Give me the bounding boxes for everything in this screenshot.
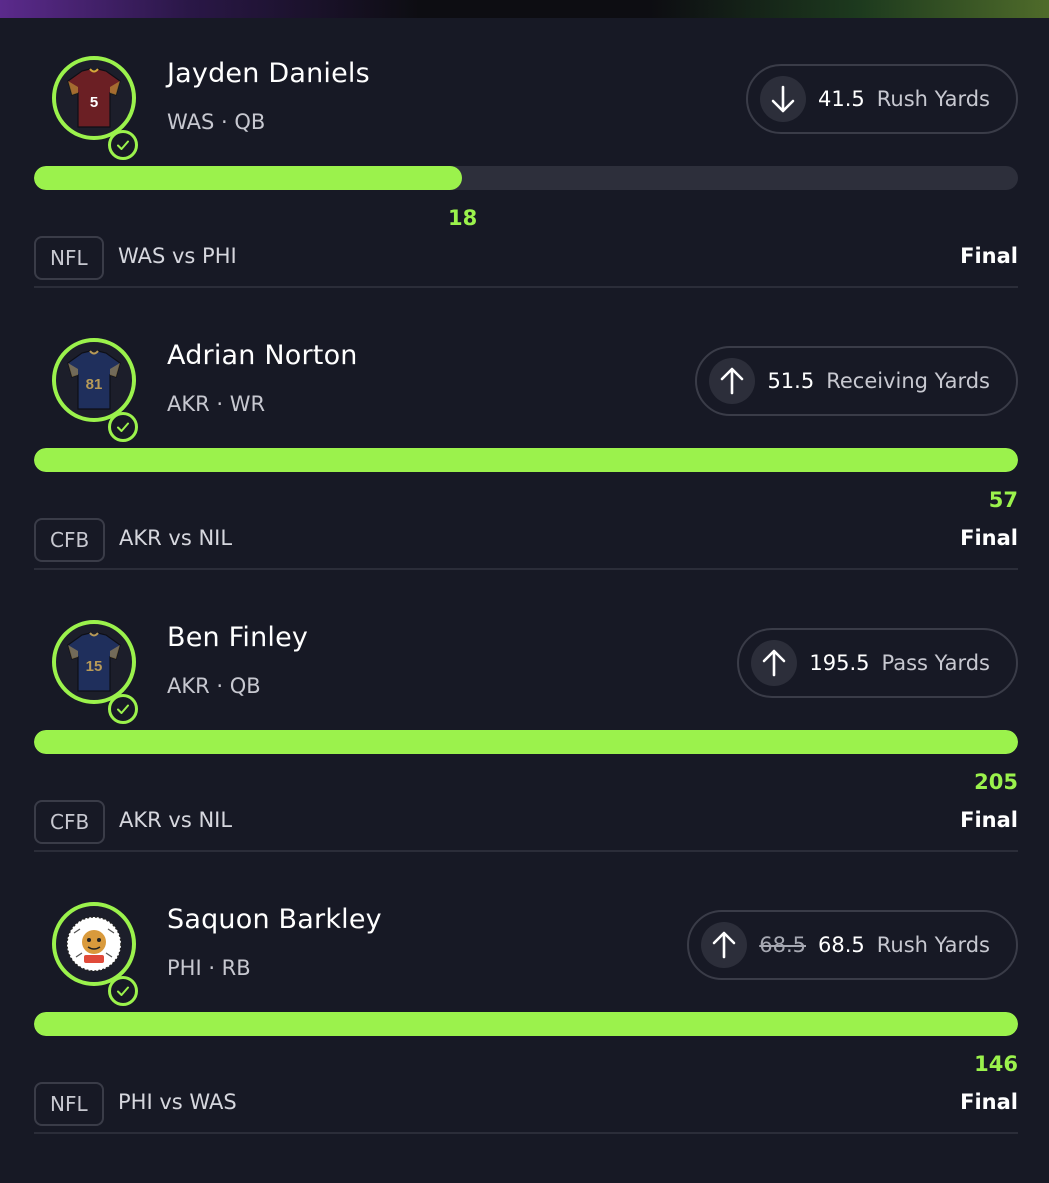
player-avatar (52, 902, 136, 986)
stat-label: Receiving Yards (826, 369, 990, 393)
league-badge: CFB (34, 800, 106, 844)
matchup: AKR vs NIL (119, 526, 233, 550)
league-badge: CFB (34, 518, 106, 562)
picks-card: 5 Jayden Daniels WAS · QB 41.5 Rush Yard… (0, 18, 1049, 1183)
arrow-up-icon (721, 367, 744, 395)
matchup: AKR vs NIL (119, 808, 233, 832)
row-divider (34, 1132, 1018, 1134)
progress-track (34, 448, 1018, 472)
progress-track (34, 730, 1018, 754)
game-status: Final (960, 526, 1018, 550)
pick-row[interactable]: Saquon Barkley PHI · RB 68.5 68.5 Rush Y… (0, 864, 1049, 1146)
player-name[interactable]: Ben Finley (167, 622, 308, 653)
direction-indicator (701, 922, 748, 968)
progress-track (34, 166, 1018, 190)
player-avatar: 15 (52, 620, 136, 704)
pick-line-pill[interactable]: 68.5 68.5 Rush Yards (687, 910, 1018, 980)
player-team-position: WAS · QB (167, 110, 266, 134)
row-divider (34, 568, 1018, 570)
player-team-position: AKR · QB (167, 674, 261, 698)
progress-fill (34, 1012, 1018, 1036)
player-avatar: 5 (52, 56, 136, 140)
actual-stat-value: 146 (974, 1052, 1018, 1076)
matchup: WAS vs PHI (118, 244, 237, 268)
verified-badge (108, 976, 138, 1006)
player-avatar: 81 (52, 338, 136, 422)
game-status: Final (960, 1090, 1018, 1114)
svg-text:5: 5 (90, 94, 98, 111)
actual-stat-value: 57 (988, 488, 1018, 512)
game-status: Final (960, 244, 1018, 268)
stat-label: Rush Yards (876, 933, 990, 957)
line-value: 51.5 (767, 369, 815, 393)
row-divider (34, 286, 1018, 288)
stat-label: Rush Yards (876, 87, 990, 111)
direction-indicator (760, 76, 806, 122)
direction-indicator (709, 358, 756, 404)
progress-fill (34, 448, 1018, 472)
line-value: 195.5 (809, 651, 870, 675)
progress-fill (34, 166, 462, 190)
player-team-position: AKR · WR (167, 392, 266, 416)
jersey-icon: 81 (67, 350, 121, 410)
line-value: 41.5 (818, 87, 865, 111)
jersey-icon: 5 (67, 68, 121, 128)
player-name[interactable]: Adrian Norton (167, 340, 358, 371)
sticker-icon (66, 916, 122, 972)
progress-track (34, 1012, 1018, 1036)
check-icon (117, 986, 129, 996)
check-icon (117, 422, 129, 432)
league-badge: NFL (34, 236, 104, 280)
actual-stat-value: 18 (448, 206, 478, 230)
verified-badge (108, 694, 138, 724)
pick-row[interactable]: 5 Jayden Daniels WAS · QB 41.5 Rush Yard… (0, 18, 1049, 300)
svg-text:81: 81 (86, 376, 103, 393)
row-divider (34, 850, 1018, 852)
player-name[interactable]: Jayden Daniels (167, 58, 370, 89)
verified-badge (108, 412, 138, 442)
original-line: 68.5 (759, 933, 806, 957)
verified-badge (108, 130, 138, 160)
pick-row[interactable]: 81 Adrian Norton AKR · WR 51.5 Receiving… (0, 300, 1049, 582)
arrow-up-icon (712, 931, 736, 959)
player-team-position: PHI · RB (167, 956, 251, 980)
game-status: Final (960, 808, 1018, 832)
matchup: PHI vs WAS (118, 1090, 237, 1114)
actual-stat-value: 205 (974, 770, 1018, 794)
pick-line-pill[interactable]: 41.5 Rush Yards (746, 64, 1018, 134)
top-banner (0, 0, 1049, 18)
league-badge: NFL (34, 1082, 104, 1126)
pick-row[interactable]: 15 Ben Finley AKR · QB 195.5 Pass Yards … (0, 582, 1049, 864)
pick-line-pill[interactable]: 51.5 Receiving Yards (695, 346, 1018, 416)
direction-indicator (751, 640, 798, 686)
check-icon (117, 704, 129, 714)
arrow-down-icon (771, 85, 795, 113)
jersey-icon: 15 (67, 632, 121, 692)
arrow-up-icon (763, 649, 786, 677)
svg-text:15: 15 (86, 658, 103, 675)
line-value: 68.5 (818, 933, 865, 957)
stat-label: Pass Yards (881, 651, 991, 675)
pick-line-pill[interactable]: 195.5 Pass Yards (737, 628, 1018, 698)
player-name[interactable]: Saquon Barkley (167, 904, 382, 935)
check-icon (117, 140, 129, 150)
progress-fill (34, 730, 1018, 754)
